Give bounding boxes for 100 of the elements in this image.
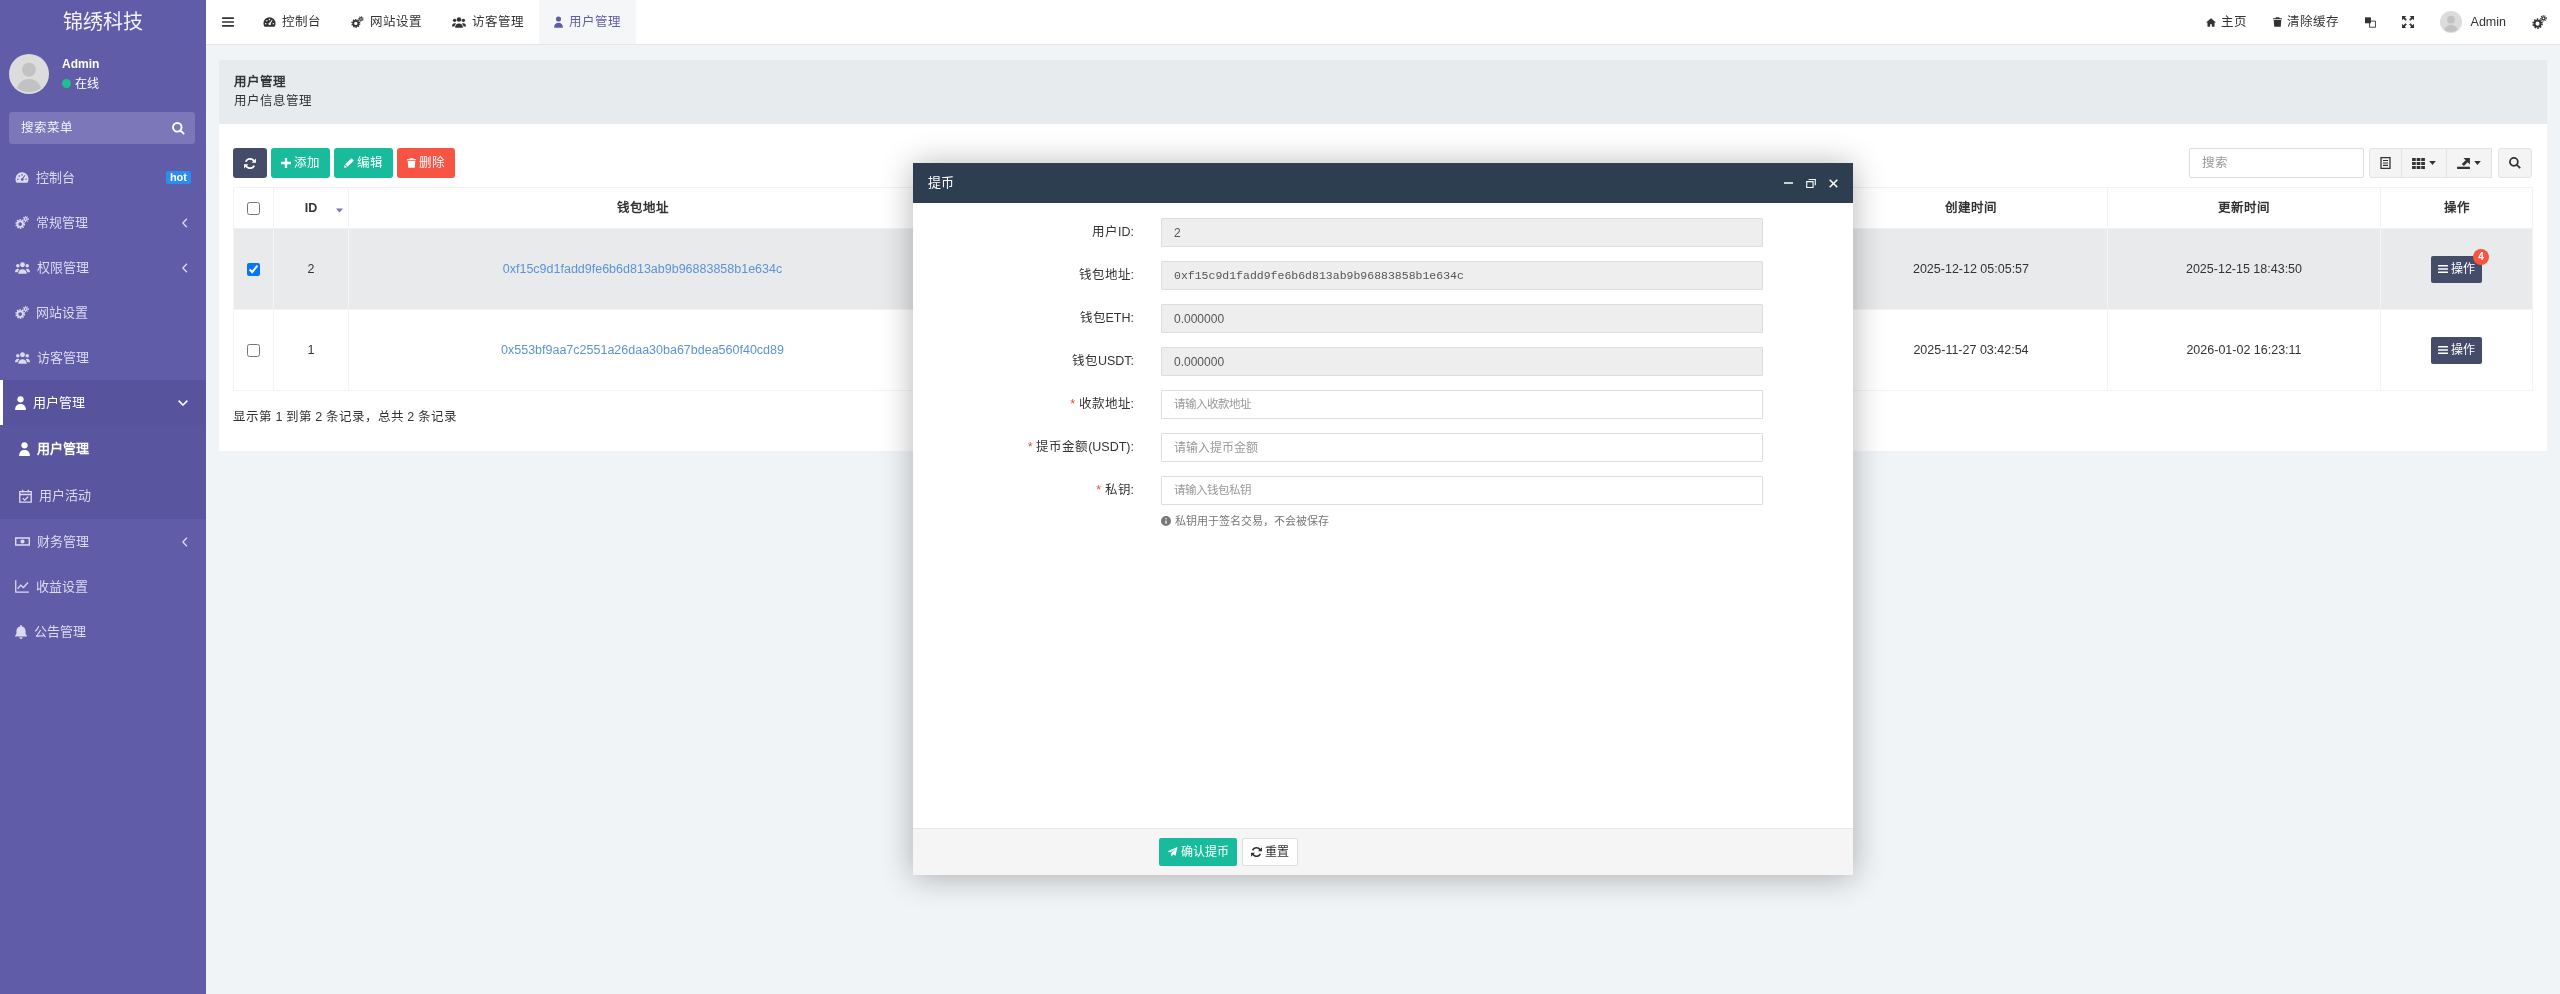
settings-icon[interactable] bbox=[2532, 15, 2547, 29]
search-icon[interactable] bbox=[172, 122, 185, 135]
sidebar-item[interactable]: 财务管理 bbox=[0, 519, 206, 564]
menu-icon bbox=[2438, 265, 2448, 273]
input-field[interactable]: 0.000000 bbox=[1161, 347, 1763, 376]
paper-plane-icon bbox=[1167, 847, 1178, 857]
nav-tab[interactable]: 用户管理 bbox=[539, 0, 636, 44]
hot-badge: hot bbox=[165, 171, 191, 184]
status-dot-icon bbox=[62, 79, 71, 89]
select-all-checkbox[interactable] bbox=[247, 201, 260, 215]
field-label: * 私钥: bbox=[1095, 482, 1134, 500]
pencil-icon bbox=[344, 158, 354, 168]
field-label: 钱包地址: bbox=[1077, 267, 1134, 285]
user-icon bbox=[19, 441, 30, 456]
table-cell: 1 bbox=[273, 309, 349, 391]
help-text: 私钥用于签名交易，不会被保存 bbox=[1175, 514, 1329, 529]
toggle-view-button[interactable] bbox=[2369, 148, 2402, 178]
input-field[interactable]: 2 bbox=[1161, 218, 1763, 247]
table-summary: 显示第 1 到第 2 条记录，总共 2 条记录 bbox=[233, 409, 458, 426]
squares-icon[interactable] bbox=[2364, 16, 2376, 28]
dashboard-icon bbox=[263, 17, 276, 27]
nav-tab[interactable]: 控制台 bbox=[248, 0, 336, 44]
menu-icon bbox=[2438, 346, 2448, 354]
field-label: 钱包USDT: bbox=[1070, 353, 1134, 371]
row-checkbox[interactable] bbox=[247, 343, 260, 357]
sidebar-item[interactable]: 权限管理 bbox=[0, 245, 206, 290]
search-icon bbox=[2509, 157, 2521, 169]
gears-icon bbox=[351, 16, 364, 28]
sidebar-subitem[interactable]: 用户活动 bbox=[0, 472, 206, 519]
nav-tab[interactable]: 网站设置 bbox=[336, 0, 437, 44]
dashboard-icon bbox=[15, 172, 29, 183]
sidebar-subitem[interactable]: 用户管理 bbox=[0, 425, 206, 472]
column-header[interactable]: 更新时间 bbox=[2218, 200, 2270, 215]
input-field[interactable]: 请输入钱包私钥 bbox=[1161, 476, 1763, 505]
users-icon bbox=[15, 261, 30, 274]
input-field[interactable]: 请输入收款地址 bbox=[1161, 390, 1763, 419]
column-header[interactable]: 操作 bbox=[2443, 200, 2470, 215]
sidebar-item[interactable]: 公告管理 bbox=[0, 609, 206, 654]
menu-icon[interactable] bbox=[222, 17, 234, 27]
input-field[interactable]: 请输入提币金额 bbox=[1161, 433, 1763, 462]
export-icon bbox=[2457, 157, 2470, 169]
sidebar-item[interactable]: 访客管理 bbox=[0, 335, 206, 380]
nav-tab[interactable]: 访客管理 bbox=[437, 0, 539, 44]
user-icon bbox=[554, 16, 563, 28]
refresh-button[interactable] bbox=[233, 148, 267, 178]
caret-icon bbox=[2474, 161, 2481, 165]
avatar-icon bbox=[9, 54, 49, 94]
action-button[interactable]: 操作 bbox=[2431, 336, 2482, 364]
users-icon bbox=[15, 351, 30, 364]
list-icon bbox=[2380, 157, 2391, 169]
sidebar-item[interactable]: 收益设置 bbox=[0, 564, 206, 609]
home-icon bbox=[2205, 17, 2216, 27]
banknote-icon bbox=[15, 537, 30, 546]
refresh-icon bbox=[1251, 847, 1262, 857]
refresh-icon bbox=[244, 157, 256, 169]
field-label: * 提币金额(USDT): bbox=[1026, 439, 1134, 457]
maximize-icon[interactable] bbox=[1806, 178, 1816, 188]
home-link[interactable]: 主页 bbox=[2205, 12, 2247, 32]
sidebar-item[interactable]: 控制台 hot bbox=[0, 155, 206, 200]
input-field[interactable]: 0.000000 bbox=[1161, 304, 1763, 333]
info-icon bbox=[1161, 516, 1171, 527]
page-title: 用户管理 bbox=[234, 73, 287, 91]
line-chart-icon bbox=[15, 580, 29, 593]
close-icon[interactable] bbox=[1829, 178, 1838, 188]
status-text: 在线 bbox=[75, 75, 99, 92]
reset-button[interactable]: 重置 bbox=[1242, 838, 1298, 866]
fullscreen-icon[interactable] bbox=[2401, 16, 2414, 28]
table-search-field[interactable]: 搜索 bbox=[2189, 148, 2364, 178]
user-icon bbox=[15, 395, 26, 410]
row-checkbox[interactable] bbox=[247, 262, 260, 276]
sort-caret-icon[interactable] bbox=[336, 208, 343, 213]
table-cell: 2026-01-02 16:23:11 bbox=[2107, 309, 2381, 391]
search-button[interactable] bbox=[2498, 148, 2532, 178]
field-label: 钱包ETH: bbox=[1078, 310, 1134, 328]
gears-icon bbox=[15, 306, 29, 319]
page-subtitle: 用户信息管理 bbox=[234, 93, 313, 110]
export-button[interactable] bbox=[2446, 148, 2492, 178]
column-header[interactable]: 创建时间 bbox=[1945, 200, 1997, 215]
table-cell: 2025-12-15 18:43:50 bbox=[2107, 228, 2381, 310]
users-icon bbox=[452, 16, 466, 28]
notification-badge: 4 bbox=[2473, 248, 2489, 265]
sidebar-item[interactable]: 常规管理 bbox=[0, 200, 206, 245]
sidebar-item[interactable]: 网站设置 bbox=[0, 290, 206, 335]
plus-icon bbox=[281, 158, 291, 168]
clear-cache-link[interactable]: 清除缓存 bbox=[2272, 12, 2339, 32]
column-header[interactable]: 钱包地址 bbox=[616, 200, 669, 215]
user-menu-link[interactable]: Admin bbox=[2470, 12, 2506, 32]
table-cell: 2 bbox=[273, 228, 349, 310]
sidebar-item[interactable]: 用户管理 bbox=[0, 380, 206, 425]
trash-icon bbox=[2272, 17, 2282, 27]
dialog-title: 提币 bbox=[928, 174, 954, 193]
gears-icon bbox=[15, 216, 29, 229]
columns-button[interactable] bbox=[2401, 148, 2447, 178]
logo-text: 锦绣科技 bbox=[63, 10, 143, 35]
column-header[interactable]: ID bbox=[304, 200, 318, 215]
caret-icon bbox=[2429, 161, 2436, 165]
menu-search-field[interactable]: 搜索菜单 bbox=[9, 112, 195, 144]
input-field[interactable]: 0xf15c9d1fadd9fe6b6d813ab9b96883858b1e634c bbox=[1161, 261, 1763, 290]
calendar-check-icon bbox=[19, 488, 32, 503]
bell-icon bbox=[15, 624, 27, 639]
